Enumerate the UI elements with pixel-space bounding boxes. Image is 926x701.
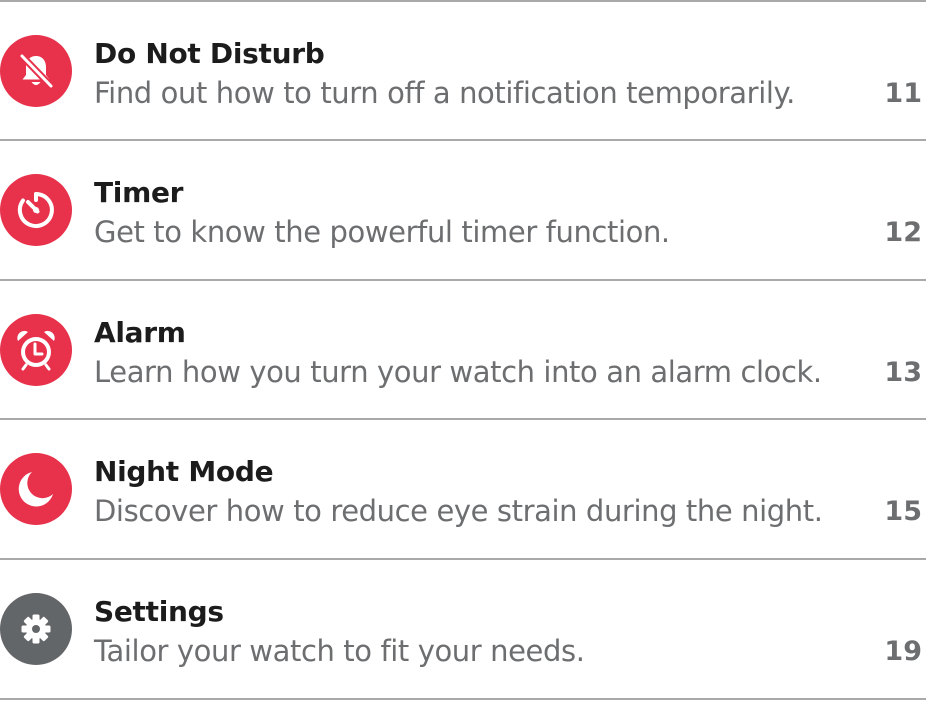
entry-title: Do Not Disturb	[94, 37, 325, 70]
entry-page-number: 13	[884, 357, 922, 388]
table-of-contents: Do Not Disturb Find out how to turn off …	[0, 0, 926, 701]
timer-icon	[0, 174, 72, 246]
entry-page-number: 11	[884, 78, 922, 109]
entry-title: Alarm	[94, 316, 186, 349]
toc-entry-settings[interactable]: Settings Tailor your watch to fit your n…	[0, 560, 926, 698]
entry-description: Find out how to turn off a notification …	[94, 76, 795, 110]
entry-description: Discover how to reduce eye strain during…	[94, 494, 823, 528]
toc-entry-do-not-disturb[interactable]: Do Not Disturb Find out how to turn off …	[0, 2, 926, 140]
entry-title: Timer	[94, 176, 184, 209]
alarm-clock-icon	[0, 314, 72, 386]
divider	[0, 698, 926, 700]
entry-page-number: 19	[884, 636, 922, 667]
bell-off-icon	[0, 35, 72, 107]
entry-description: Get to know the powerful timer function.	[94, 215, 670, 249]
entry-description: Tailor your watch to fit your needs.	[94, 634, 585, 668]
moon-icon	[0, 453, 72, 525]
gear-icon	[0, 593, 72, 665]
entry-description: Learn how you turn your watch into an al…	[94, 355, 822, 389]
entry-title: Night Mode	[94, 455, 274, 488]
entry-title: Settings	[94, 595, 224, 628]
toc-entry-alarm[interactable]: Alarm Learn how you turn your watch into…	[0, 281, 926, 419]
entry-page-number: 15	[884, 496, 922, 527]
toc-entry-night-mode[interactable]: Night Mode Discover how to reduce eye st…	[0, 420, 926, 558]
entry-page-number: 12	[884, 217, 922, 248]
toc-entry-timer[interactable]: Timer Get to know the powerful timer fun…	[0, 141, 926, 279]
